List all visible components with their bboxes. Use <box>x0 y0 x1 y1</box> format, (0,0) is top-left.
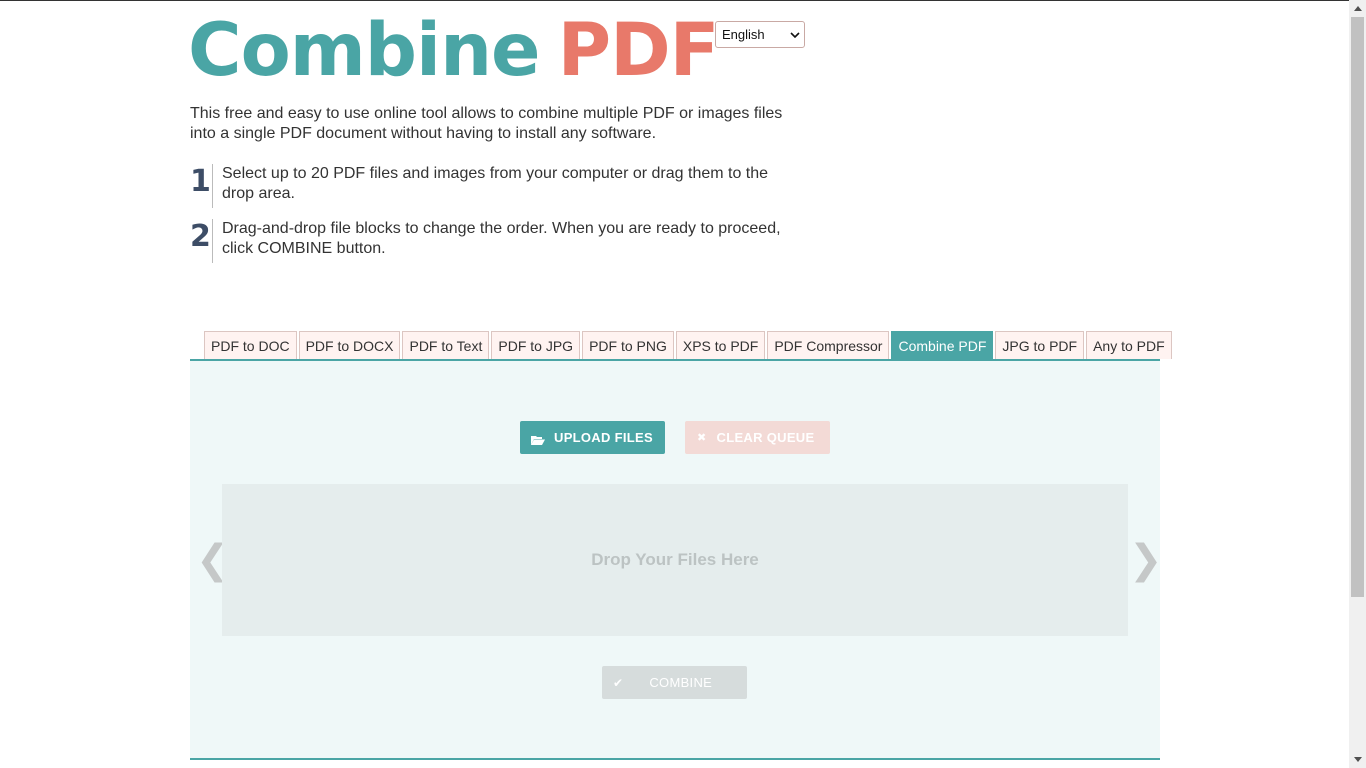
language-selected-value: English <box>722 27 765 42</box>
tab-any-to-pdf[interactable]: Any to PDF <box>1086 331 1172 359</box>
drop-zone-label: Drop Your Files Here <box>591 550 759 569</box>
chevron-down-icon <box>786 21 804 48</box>
clear-queue-label: CLEAR QUEUE <box>716 430 815 445</box>
step-number: 2 <box>190 219 211 254</box>
scroll-down-arrow-icon[interactable] <box>1349 751 1366 768</box>
combine-label: COMBINE <box>649 675 713 690</box>
step-2: 2 Drag-and-drop file blocks to change th… <box>190 219 790 263</box>
tab-pdf-to-jpg[interactable]: PDF to JPG <box>491 331 581 359</box>
vertical-scrollbar[interactable] <box>1349 0 1366 768</box>
tab-jpg-to-pdf[interactable]: JPG to PDF <box>995 331 1085 359</box>
step-1: 1 Select up to 20 PDF files and images f… <box>190 164 790 208</box>
window-top-border <box>0 0 1366 1</box>
step-divider <box>212 164 213 208</box>
file-drop-zone[interactable]: Drop Your Files Here <box>222 484 1128 636</box>
combine-button[interactable]: ✔ COMBINE <box>602 666 747 699</box>
tab-pdf-to-doc[interactable]: PDF to DOC <box>204 331 297 359</box>
step-text: Drag-and-drop file blocks to change the … <box>222 220 781 257</box>
step-number: 1 <box>190 164 211 199</box>
step-divider <box>212 219 213 263</box>
logo-word-pdf: PDF <box>557 8 720 93</box>
intro-text: This free and easy to use online tool al… <box>190 105 783 142</box>
logo-word-combine: Combine <box>188 8 541 93</box>
clear-queue-button[interactable]: ✖ CLEAR QUEUE <box>685 421 830 454</box>
tab-pdf-to-text[interactable]: PDF to Text <box>402 331 490 359</box>
scroll-up-arrow-icon[interactable] <box>1349 0 1366 17</box>
upload-files-button[interactable]: UPLOAD FILES <box>520 421 665 454</box>
folder-open-icon <box>531 433 545 445</box>
next-arrow-icon[interactable]: ❯ <box>1129 537 1163 583</box>
language-select[interactable]: English <box>715 21 805 48</box>
tab-pdf-to-png[interactable]: PDF to PNG <box>582 331 674 359</box>
upload-files-label: UPLOAD FILES <box>554 430 653 445</box>
tab-pdf-compressor[interactable]: PDF Compressor <box>767 331 890 359</box>
tab-pdf-to-docx[interactable]: PDF to DOCX <box>298 331 401 359</box>
site-logo[interactable]: Combine PDF <box>188 14 720 88</box>
tab-xps-to-pdf[interactable]: XPS to PDF <box>675 331 766 359</box>
scrollbar-thumb[interactable] <box>1351 17 1364 597</box>
checkmark-icon: ✔ <box>613 675 624 690</box>
close-icon: ✖ <box>697 432 707 444</box>
step-text: Select up to 20 PDF files and images fro… <box>222 165 769 202</box>
tab-combine-pdf[interactable]: Combine PDF <box>891 331 994 359</box>
tool-tabs: PDF to DOC PDF to DOCX PDF to Text PDF t… <box>204 331 1172 359</box>
